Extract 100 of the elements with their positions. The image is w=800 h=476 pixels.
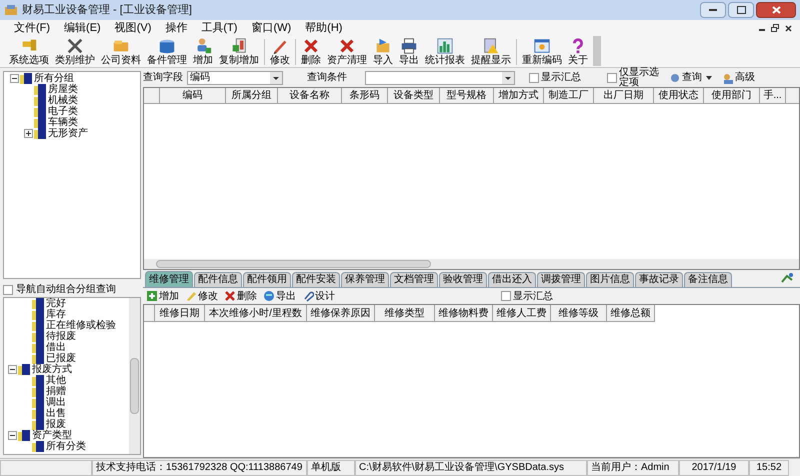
column-header[interactable]: 维修人工费: [493, 305, 551, 322]
toolbar-button[interactable]: 导入: [370, 36, 396, 67]
tree-item[interactable]: 捐赠: [46, 386, 66, 397]
toolbar-button[interactable]: 系统选项: [6, 36, 52, 67]
tree-item[interactable]: 电子类: [48, 106, 78, 117]
column-header[interactable]: 设备类型: [388, 88, 440, 103]
tree-item[interactable]: 正在维修或检验: [46, 320, 116, 331]
toolbar-button[interactable]: 设计: [302, 288, 335, 304]
menu-item[interactable]: 文件(F): [14, 20, 50, 36]
tab[interactable]: 备注信息: [684, 272, 732, 287]
column-header[interactable]: 条形码: [342, 88, 388, 103]
toolbar-button[interactable]: 资产清理: [324, 36, 370, 67]
toolbar-button[interactable]: 导出: [396, 36, 422, 67]
tab[interactable]: 配件安装: [292, 272, 340, 287]
tree-item[interactable]: 其他: [46, 375, 66, 386]
tab[interactable]: 维修管理: [145, 271, 193, 287]
close-icon[interactable]: [785, 24, 792, 32]
tree-item[interactable]: 已报废: [46, 353, 76, 364]
toolbar-button[interactable]: 修改: [185, 288, 218, 304]
tree-item[interactable]: 所有分类: [46, 441, 86, 452]
expander-icon[interactable]: [8, 365, 17, 374]
column-header[interactable]: 维修保养原因: [307, 305, 375, 322]
tree-item[interactable]: 所有分组: [34, 73, 74, 84]
column-header[interactable]: 使用部门: [704, 88, 760, 103]
column-header[interactable]: 所属分组: [226, 88, 278, 103]
tree-item[interactable]: 借出: [46, 342, 66, 353]
toolbar-button[interactable]: 删除: [224, 288, 257, 304]
toolbar-button[interactable]: 提醒显示: [468, 36, 514, 67]
column-header[interactable]: 增加方式: [494, 88, 544, 103]
checkbox[interactable]: [501, 291, 511, 301]
toolbar-button[interactable]: 删除: [298, 36, 324, 67]
column-header[interactable]: 维修等级: [551, 305, 607, 322]
tree-item[interactable]: 出售: [46, 408, 66, 419]
toolbar-button[interactable]: 公司资料: [98, 36, 144, 67]
tab[interactable]: 事故记录: [635, 272, 683, 287]
menu-item[interactable]: 操作: [165, 20, 188, 36]
toolbar-button[interactable]: 统计报表: [422, 36, 468, 67]
column-header[interactable]: 使用状态: [654, 88, 704, 103]
toolbar-button[interactable]: 增加: [190, 36, 216, 67]
checkbox[interactable]: [607, 72, 617, 82]
tree-item[interactable]: 无形资产: [48, 128, 88, 139]
tab[interactable]: 借出还入: [488, 272, 536, 287]
column-header[interactable]: 维修物料费: [435, 305, 493, 322]
expander-icon[interactable]: [8, 431, 17, 440]
tab[interactable]: 配件信息: [194, 272, 242, 287]
column-header[interactable]: 制造工厂: [544, 88, 594, 103]
minimize-button[interactable]: [700, 2, 726, 18]
vertical-scrollbar[interactable]: [129, 298, 140, 454]
tree-item[interactable]: 调出: [46, 397, 66, 408]
tab[interactable]: 调拨管理: [537, 272, 585, 287]
menu-item[interactable]: 工具(T): [201, 20, 238, 36]
column-header[interactable]: 维修日期: [155, 305, 205, 322]
toolbar-button[interactable]: 重新编码: [519, 36, 565, 67]
tab[interactable]: 保养管理: [341, 272, 389, 287]
tab[interactable]: 验收管理: [439, 272, 487, 287]
toolbar-grip[interactable]: [593, 36, 601, 66]
checkbox[interactable]: [529, 72, 539, 82]
query-button[interactable]: 查询: [669, 70, 702, 85]
menu-item[interactable]: 帮助(H): [305, 20, 342, 36]
advanced-button[interactable]: 高级: [722, 70, 755, 85]
checkbox[interactable]: [3, 284, 13, 294]
menu-item[interactable]: 窗口(W): [251, 20, 292, 36]
toolbar-button[interactable]: 复制增加: [216, 36, 262, 67]
caret-icon[interactable]: [706, 76, 712, 80]
field-dropdown[interactable]: 编码: [187, 70, 283, 84]
tree-item[interactable]: 资产类型: [32, 430, 72, 441]
column-header[interactable]: 本次维修小时/里程数: [205, 305, 307, 322]
expander-icon[interactable]: [24, 129, 33, 138]
tree-item[interactable]: 报废: [46, 419, 66, 430]
column-header[interactable]: 维修总额: [607, 305, 655, 322]
horizontal-scrollbar[interactable]: [144, 259, 799, 269]
toolbar-button[interactable]: 关于: [565, 36, 591, 67]
toolbar-button[interactable]: 导出: [263, 288, 296, 304]
tree-item[interactable]: 报废方式: [32, 364, 72, 375]
column-header[interactable]: 编码: [160, 88, 226, 103]
maximize-button[interactable]: [728, 2, 754, 18]
restore-icon[interactable]: [771, 24, 779, 32]
scrollbar-thumb[interactable]: [156, 260, 431, 268]
tab[interactable]: 文档管理: [390, 272, 438, 287]
column-header[interactable]: 维修类型: [375, 305, 435, 322]
column-header[interactable]: 设备名称: [278, 88, 342, 103]
toolbar-button[interactable]: 类别维护: [52, 36, 98, 67]
toolbar-button[interactable]: 备件管理: [144, 36, 190, 67]
tree-item[interactable]: 车辆类: [48, 117, 78, 128]
tab[interactable]: 图片信息: [586, 272, 634, 287]
tab[interactable]: 配件领用: [243, 272, 291, 287]
condition-dropdown[interactable]: [365, 70, 515, 84]
scrollbar-thumb[interactable]: [130, 358, 139, 414]
menu-item[interactable]: 编辑(E): [64, 20, 101, 36]
column-header[interactable]: 出厂日期: [594, 88, 654, 103]
close-button[interactable]: [756, 2, 796, 18]
column-header[interactable]: 手...: [760, 88, 786, 103]
column-header[interactable]: 型号规格: [440, 88, 494, 103]
menu-item[interactable]: 视图(V): [114, 20, 152, 36]
toolbar-button[interactable]: 修改: [267, 36, 293, 67]
tree-item[interactable]: 库存: [46, 309, 66, 320]
tree-item[interactable]: 房屋类: [48, 84, 78, 95]
settings-icon[interactable]: [780, 272, 794, 285]
tree-item[interactable]: 待报废: [46, 331, 76, 342]
tree-item[interactable]: 机械类: [48, 95, 78, 106]
